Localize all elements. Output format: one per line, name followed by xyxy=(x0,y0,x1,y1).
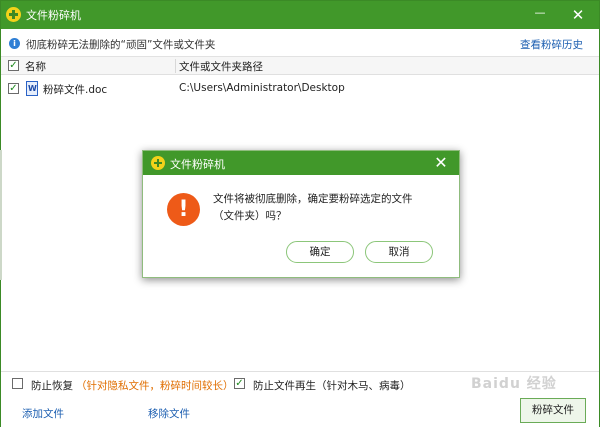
info-icon: i xyxy=(9,38,20,49)
column-divider[interactable] xyxy=(175,59,176,73)
table-row[interactable]: ✓ 粉碎文件.doc C:\Users\Administrator\Deskto… xyxy=(1,79,599,99)
exclamation-icon: ! xyxy=(167,193,200,226)
shredder-logo-icon xyxy=(6,7,21,22)
prevent-recovery-label: 防止恢复 xyxy=(31,380,73,392)
table-header: ✓ 名称 文件或文件夹路径 xyxy=(1,57,599,75)
prevent-regen-label: 防止文件再生（针对木马、病毒） xyxy=(253,380,411,392)
window-title: 文件粉碎机 xyxy=(26,9,81,22)
shred-file-button[interactable]: 粉碎文件 xyxy=(520,398,586,423)
title-bar: 文件粉碎机 — ✕ xyxy=(1,1,599,29)
prevent-recovery-note: （针对隐私文件，粉碎时间较长） xyxy=(76,380,234,392)
info-bar: i 彻底粉碎无法删除的“顽固”文件或文件夹 查看粉碎历史 xyxy=(1,29,599,57)
close-icon[interactable]: ✕ xyxy=(567,4,589,26)
dialog-title: 文件粉碎机 xyxy=(170,158,225,171)
column-header-path[interactable]: 文件或文件夹路径 xyxy=(179,59,263,74)
confirm-button[interactable]: 确定 xyxy=(286,241,354,263)
confirm-dialog: 文件粉碎机 ✕ ! 文件将被彻底删除，确定要粉碎选定的文件 （文件夹）吗？ 确定… xyxy=(142,150,460,278)
word-doc-icon xyxy=(26,81,38,96)
edge-shadow xyxy=(0,150,2,280)
minimize-icon[interactable]: — xyxy=(529,4,551,26)
column-header-name[interactable]: 名称 xyxy=(25,59,46,74)
dialog-message: 文件将被彻底删除，确定要粉碎选定的文件 （文件夹）吗？ xyxy=(213,191,449,225)
select-all-checkbox[interactable]: ✓ xyxy=(8,60,19,71)
shredder-logo-icon xyxy=(151,156,165,170)
dialog-message-line2: （文件夹）吗？ xyxy=(213,210,287,222)
prevent-recovery-checkbox[interactable] xyxy=(12,378,23,389)
add-file-button[interactable]: 添加文件 xyxy=(22,406,64,421)
dialog-title-bar: 文件粉碎机 ✕ xyxy=(143,151,459,175)
row-checkbox[interactable]: ✓ xyxy=(8,83,19,94)
row-file-name: 粉碎文件.doc xyxy=(43,84,108,96)
close-icon[interactable]: ✕ xyxy=(429,151,453,175)
watermark: Baidu 经验 xyxy=(471,376,557,392)
prevent-regen-checkbox[interactable]: ✓ xyxy=(234,378,245,389)
remove-file-button[interactable]: 移除文件 xyxy=(148,406,190,421)
view-history-link[interactable]: 查看粉碎历史 xyxy=(520,37,583,52)
cancel-button[interactable]: 取消 xyxy=(365,241,433,263)
row-file-path: C:\Users\Administrator\Desktop xyxy=(179,82,345,94)
dialog-message-line1: 文件将被彻底删除，确定要粉碎选定的文件 xyxy=(213,193,413,205)
info-text: 彻底粉碎无法删除的“顽固”文件或文件夹 xyxy=(26,39,216,51)
